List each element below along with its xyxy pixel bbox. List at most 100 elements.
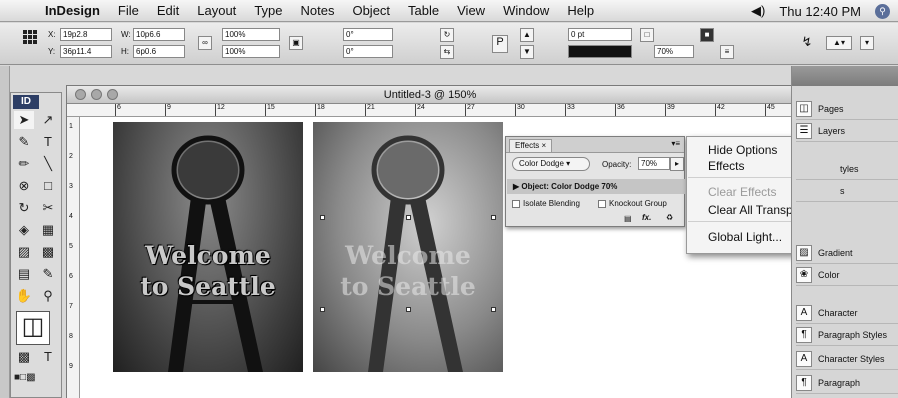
panel-character[interactable]: A Character xyxy=(796,302,898,324)
panel-layers[interactable]: ☰ Layers xyxy=(796,120,898,142)
opacity-field[interactable]: 70% xyxy=(654,45,694,58)
apply-color-icon[interactable]: ■□▩ xyxy=(14,369,36,387)
lightning-icon[interactable]: ↯ xyxy=(800,35,814,50)
menu-file[interactable]: File xyxy=(109,3,148,18)
close-icon[interactable] xyxy=(75,89,86,100)
align-icon[interactable]: ≡ xyxy=(720,45,734,59)
select-container-icon[interactable]: ▲ xyxy=(520,28,534,42)
panel-gradient[interactable]: ▨ Gradient xyxy=(796,242,898,264)
formatting-container-icon[interactable]: ▩ xyxy=(14,348,34,366)
menu-effects[interactable]: Effects xyxy=(708,159,744,173)
fill-stroke-swatch-icon[interactable]: ◫ xyxy=(16,311,50,345)
horizontal-ruler[interactable]: 6 9 12 15 18 21 24 27 30 33 36 39 42 45 xyxy=(67,104,795,117)
dock-titlebar[interactable] xyxy=(792,66,898,86)
menu-notes[interactable]: Notes xyxy=(292,3,344,18)
w-label: W: xyxy=(121,30,131,39)
panel-menu-icon[interactable]: ▾≡ xyxy=(671,139,680,148)
menu-global-light[interactable]: Global Light... xyxy=(708,230,782,244)
selection-handle[interactable] xyxy=(320,307,325,312)
opacity-input[interactable]: 70% xyxy=(638,157,670,170)
x-field[interactable]: 19p2.8 xyxy=(60,28,112,41)
spotlight-icon[interactable]: ⚲ xyxy=(875,3,890,19)
paragraph-p-icon[interactable]: P xyxy=(492,35,508,53)
zoom-tool-icon[interactable]: ⚲ xyxy=(38,287,58,305)
formatting-text-icon[interactable]: T xyxy=(38,348,58,366)
photo-color-dodge[interactable]: Welcome to Seattle xyxy=(313,122,503,372)
rectangle-tool-icon[interactable]: □ xyxy=(38,177,58,195)
y-field[interactable]: 36p11.4 xyxy=(60,45,112,58)
panel-paragraph-styles[interactable]: ¶ Paragraph Styles xyxy=(796,324,898,346)
flip-icon[interactable]: ⇆ xyxy=(440,45,454,59)
selection-tool-icon[interactable]: ➤ xyxy=(14,111,34,129)
menu-help[interactable]: Help xyxy=(558,3,603,18)
menu-hide-options[interactable]: Hide Options xyxy=(708,143,777,157)
knockout-group-checkbox[interactable] xyxy=(598,200,606,208)
photo-original[interactable]: Welcome to Seattle xyxy=(113,122,303,372)
stroke-weight-field[interactable]: 0 pt xyxy=(568,28,632,41)
selection-handle[interactable] xyxy=(491,307,496,312)
volume-icon[interactable]: ◀) xyxy=(751,3,765,19)
panel-paragraph[interactable]: ¶ Paragraph xyxy=(796,372,898,394)
type-tool-icon[interactable]: T xyxy=(38,133,58,151)
constrain-icon[interactable]: ∞ xyxy=(198,36,212,50)
frame-icon[interactable]: □ xyxy=(640,28,654,42)
trash-icon[interactable]: ♻ xyxy=(666,213,673,222)
scale-x-field[interactable]: 100% xyxy=(222,28,280,41)
clear-effects-icon[interactable]: ▤ xyxy=(624,214,632,223)
selection-handle[interactable] xyxy=(406,307,411,312)
vertical-ruler[interactable]: 1 2 3 4 5 6 7 8 9 xyxy=(67,117,80,398)
menu-view[interactable]: View xyxy=(448,3,494,18)
menu-layout[interactable]: Layout xyxy=(188,3,245,18)
shear-field[interactable]: 0° xyxy=(343,45,393,58)
scale-y-field[interactable]: 100% xyxy=(222,45,280,58)
scale-tool-icon[interactable]: ▦ xyxy=(38,221,58,239)
gradient-tool-icon[interactable]: ▨ xyxy=(14,243,34,261)
rotate-tool-icon[interactable]: ↻ xyxy=(14,199,34,217)
minimize-icon[interactable] xyxy=(91,89,102,100)
h-field[interactable]: 6p0.6 xyxy=(133,45,185,58)
scissors-tool-icon[interactable]: ✂ xyxy=(38,199,58,217)
button-tool-icon[interactable]: ▩ xyxy=(38,243,58,261)
isolate-blending-checkbox[interactable] xyxy=(512,200,520,208)
lock-proportions-icon[interactable]: ▣ xyxy=(289,36,303,50)
rotate-field[interactable]: 0° xyxy=(343,28,393,41)
workspace-icon[interactable]: ▲▾ xyxy=(826,36,852,50)
panel-partial[interactable]: s xyxy=(796,180,898,202)
selection-handle[interactable] xyxy=(491,215,496,220)
pencil-tool-icon[interactable]: ✏ xyxy=(14,155,34,173)
selection-handle[interactable] xyxy=(406,215,411,220)
effects-tab[interactable]: Effects × xyxy=(509,139,553,152)
select-content-icon[interactable]: ▼ xyxy=(520,45,534,59)
free-transform-tool-icon[interactable]: ◈ xyxy=(14,221,34,239)
app-menu[interactable]: InDesign xyxy=(36,3,109,18)
eyedropper-tool-icon[interactable]: ✎ xyxy=(38,265,58,283)
panel-pages[interactable]: ◫ Pages xyxy=(796,98,898,120)
menu-edit[interactable]: Edit xyxy=(148,3,188,18)
opacity-arrow-icon[interactable]: ▸ xyxy=(670,157,684,171)
object-row[interactable]: ▶ Object: Color Dodge 70% xyxy=(507,179,685,194)
panel-character-styles[interactable]: A Character Styles xyxy=(796,348,898,370)
direct-selection-tool-icon[interactable]: ↗ xyxy=(38,111,58,129)
menu-object[interactable]: Object xyxy=(343,3,399,18)
rotate-cw-icon[interactable]: ↻ xyxy=(440,28,454,42)
stroke-type-field[interactable] xyxy=(568,45,632,58)
zoom-icon[interactable] xyxy=(107,89,118,100)
clock[interactable]: Thu 12:40 PM xyxy=(779,4,861,19)
wrap-icon[interactable]: ■ xyxy=(700,28,714,42)
hand-tool-icon[interactable]: ✋ xyxy=(14,287,34,305)
note-tool-icon[interactable]: ▤ xyxy=(14,265,34,283)
line-tool-icon[interactable]: ╲ xyxy=(38,155,58,173)
blend-mode-select[interactable]: Color Dodge ▾ xyxy=(512,157,590,171)
more-icon[interactable]: ▾ xyxy=(860,36,874,50)
fx-icon[interactable]: fx. xyxy=(642,213,651,222)
panel-color[interactable]: ❀ Color xyxy=(796,264,898,286)
pen-tool-icon[interactable]: ✎ xyxy=(14,133,34,151)
panel-styles-partial[interactable]: tyles xyxy=(796,158,898,180)
menu-table[interactable]: Table xyxy=(399,3,448,18)
selection-handle[interactable] xyxy=(320,215,325,220)
menu-type[interactable]: Type xyxy=(245,3,291,18)
w-field[interactable]: 10p6.6 xyxy=(133,28,185,41)
rectangle-frame-tool-icon[interactable]: ⊗ xyxy=(14,177,34,195)
menu-window[interactable]: Window xyxy=(494,3,558,18)
reference-point-icon[interactable] xyxy=(23,30,37,44)
